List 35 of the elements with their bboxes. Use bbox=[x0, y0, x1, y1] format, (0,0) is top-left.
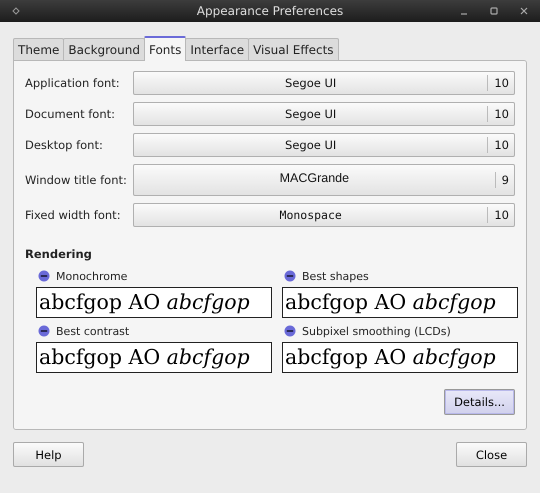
font-button[interactable]: MACGrande 9 bbox=[133, 164, 515, 196]
tab[interactable]: Visual Effects bbox=[248, 38, 339, 60]
option-label[interactable]: Subpixel smoothing (LCDs) bbox=[302, 324, 451, 338]
dialog-button[interactable]: Close bbox=[456, 442, 527, 467]
font-label: Window title font: bbox=[25, 173, 128, 187]
font-button[interactable]: Segoe UI 10 bbox=[133, 133, 515, 157]
font-sample: abcfgop AO abcfgop bbox=[282, 342, 518, 373]
tab[interactable]: Interface bbox=[185, 38, 250, 60]
font-label: Application font: bbox=[25, 76, 121, 90]
close-icon[interactable] bbox=[520, 7, 528, 15]
font-sample: abcfgop AO abcfgop bbox=[282, 287, 518, 318]
radio-button[interactable] bbox=[284, 325, 296, 337]
window-menu-icon[interactable] bbox=[12, 7, 20, 15]
font-label: Document font: bbox=[25, 107, 116, 121]
tab[interactable]: Fonts bbox=[144, 36, 186, 61]
section-heading: Rendering bbox=[25, 247, 93, 261]
font-button[interactable]: Segoe UI 10 bbox=[133, 71, 515, 95]
font-button[interactable]: Segoe UI 10 bbox=[133, 102, 515, 126]
font-label: Fixed width font: bbox=[25, 208, 122, 222]
font-sample: abcfgop AO abcfgop bbox=[36, 287, 272, 318]
option-label[interactable]: Monochrome bbox=[56, 270, 128, 282]
tab[interactable]: Theme bbox=[13, 38, 64, 60]
font-label: Desktop font: bbox=[25, 138, 104, 152]
option-label[interactable]: Best contrast bbox=[56, 324, 130, 338]
radio-button[interactable] bbox=[38, 325, 50, 337]
dialog-button[interactable]: Help bbox=[13, 442, 84, 467]
window-title: Appearance Preferences bbox=[196, 4, 344, 18]
details-button[interactable]: Details... bbox=[444, 389, 515, 415]
radio-button[interactable] bbox=[284, 270, 296, 282]
maximize-icon[interactable] bbox=[490, 7, 498, 15]
option-label[interactable]: Best shapes bbox=[302, 270, 369, 282]
font-button[interactable]: Monospace 10 bbox=[133, 203, 515, 227]
tab[interactable]: Background bbox=[63, 38, 145, 60]
font-sample: abcfgop AO abcfgop bbox=[36, 342, 272, 373]
radio-button[interactable] bbox=[38, 270, 50, 282]
